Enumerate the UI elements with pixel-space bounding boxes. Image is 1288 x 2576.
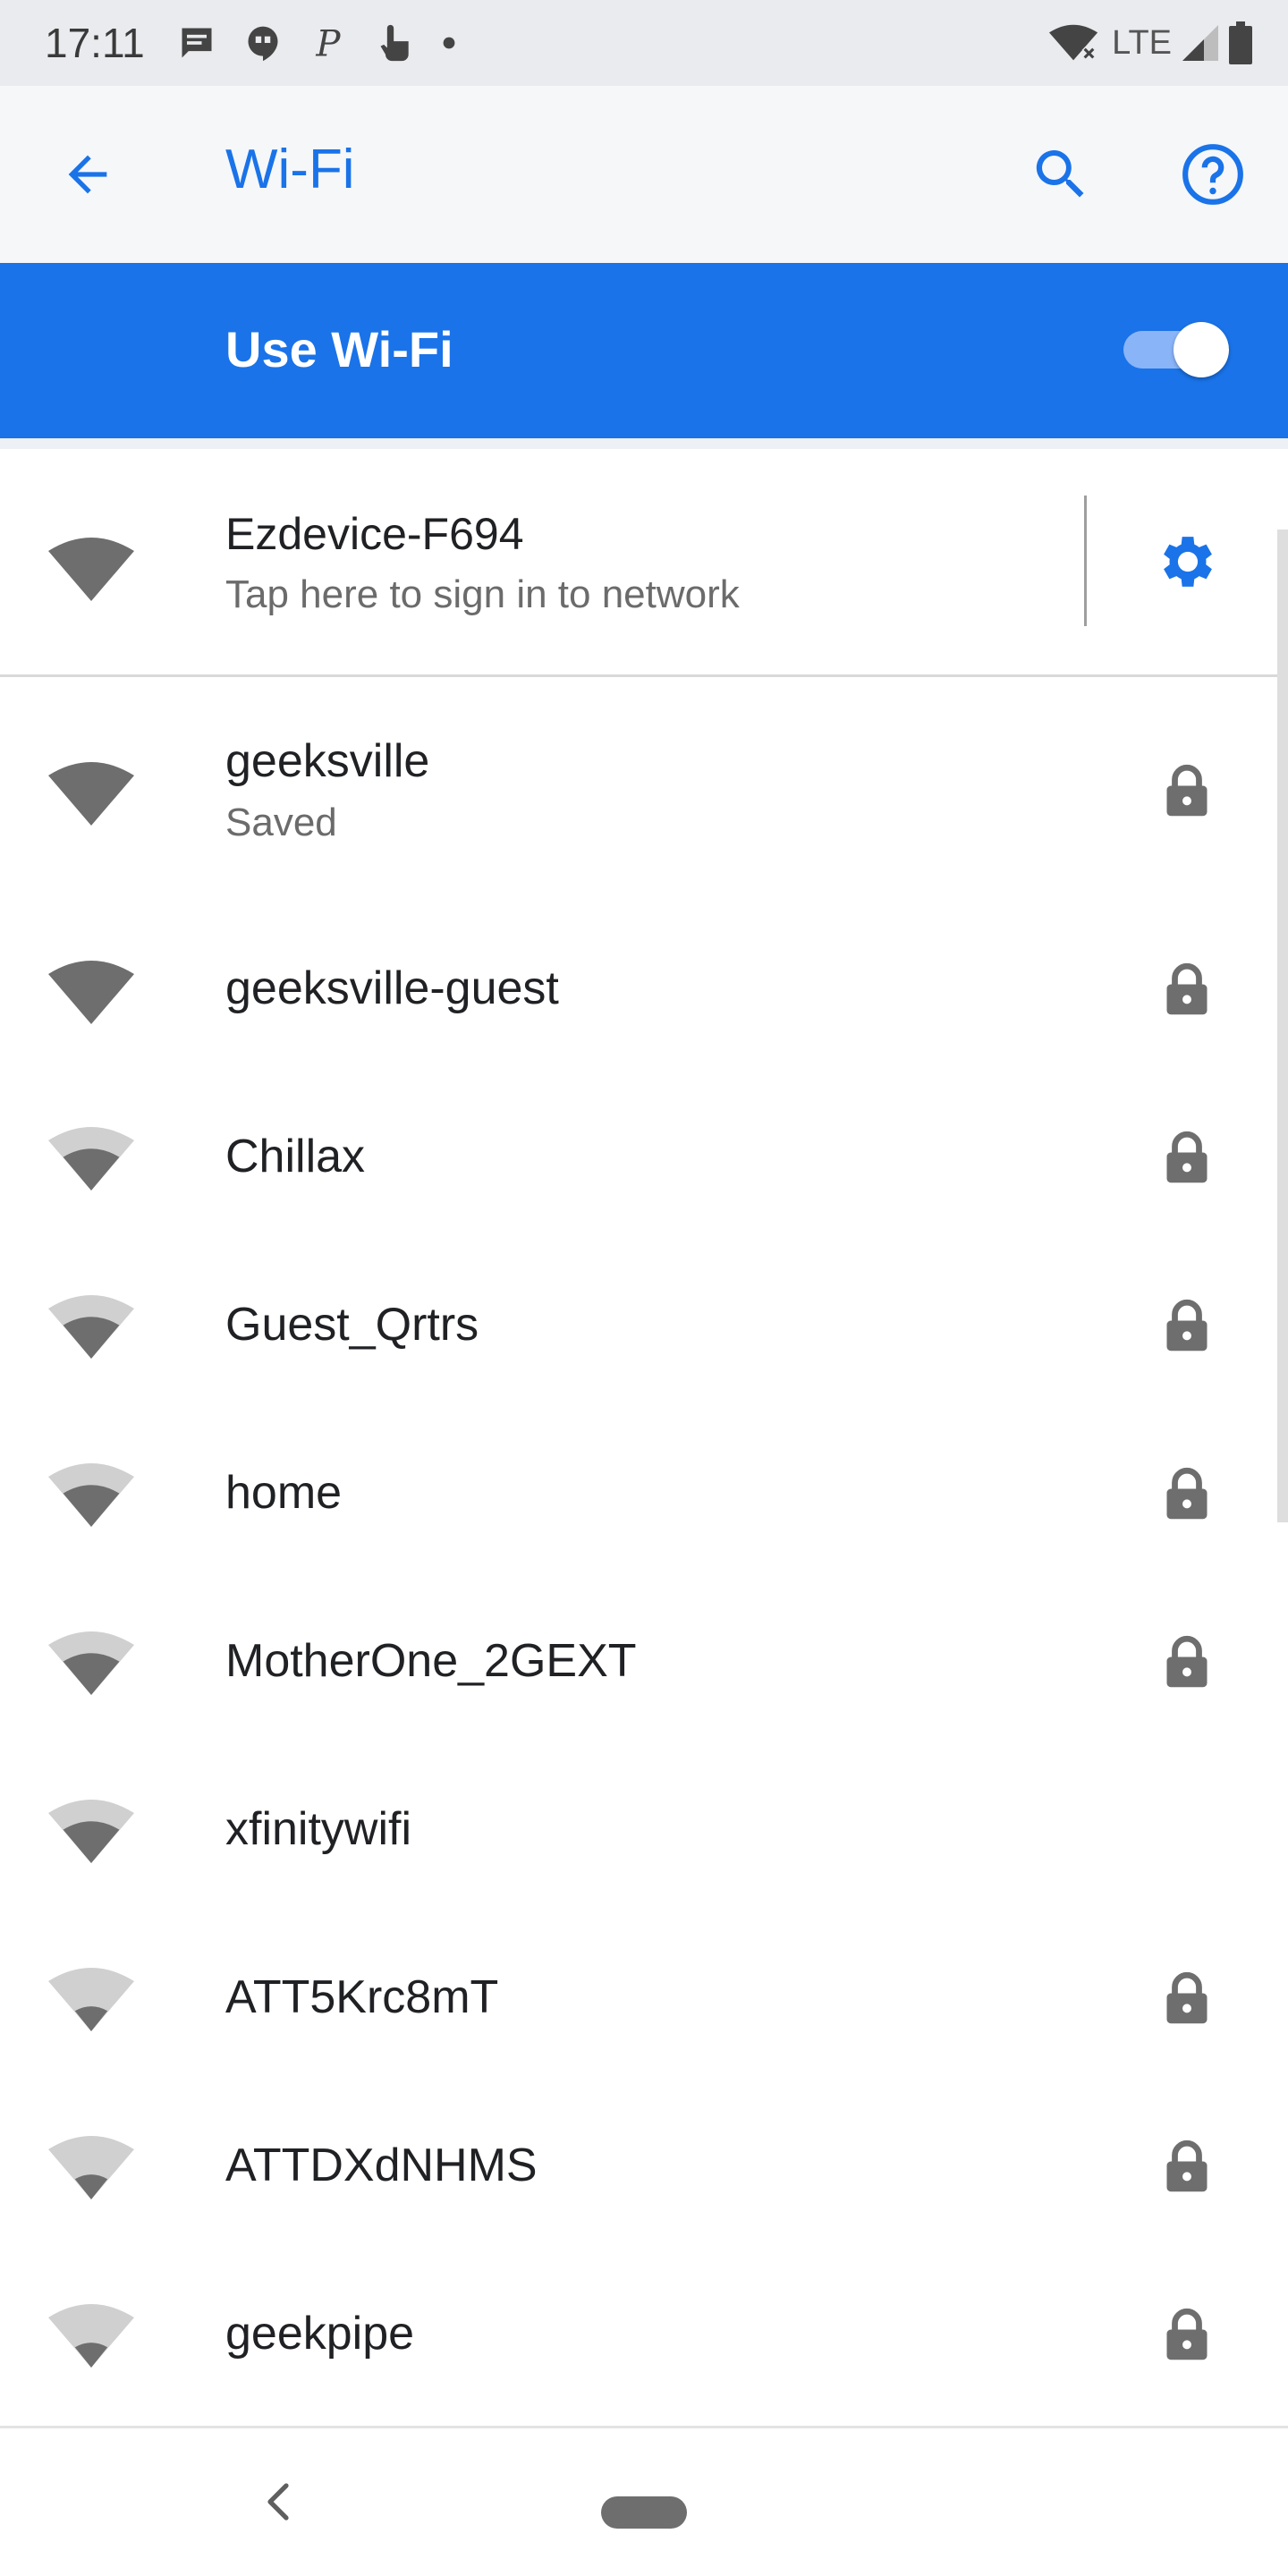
network-name: xfinitywifi bbox=[225, 1803, 412, 1855]
current-network-name: Ezdevice-F694 bbox=[225, 509, 524, 559]
page-title: Wi-Fi bbox=[225, 139, 355, 200]
network-status: Saved bbox=[225, 801, 337, 844]
separator-strip bbox=[0, 438, 1288, 449]
wifi-signal-2-icon bbox=[48, 1793, 134, 1869]
network-row-att5krc8mt[interactable]: ATT5Krc8mT bbox=[0, 1910, 1288, 2078]
wifi-signal-1-icon bbox=[48, 2130, 134, 2206]
network-name: geeksville bbox=[225, 735, 430, 787]
network-row-geekpipe[interactable]: geekpipe bbox=[0, 2246, 1288, 2414]
use-wifi-label: Use Wi-Fi bbox=[225, 321, 453, 377]
nav-back-button[interactable] bbox=[256, 2473, 301, 2530]
wifi-off-icon bbox=[1049, 23, 1101, 63]
system-icons: LTE bbox=[1049, 21, 1252, 64]
network-name: geeksville-guest bbox=[225, 962, 559, 1014]
network-row-attdxdnhms[interactable]: ATTDXdNHMS bbox=[0, 2078, 1288, 2246]
status-time: 17:11 bbox=[45, 20, 145, 66]
current-network-status: Tap here to sign in to network bbox=[225, 572, 740, 616]
battery-icon bbox=[1229, 21, 1252, 64]
wifi-signal-2-icon bbox=[48, 1625, 134, 1701]
wifi-signal-2-icon bbox=[48, 1289, 134, 1365]
hangouts-icon bbox=[243, 23, 283, 63]
app-bar: Wi-Fi bbox=[0, 86, 1288, 263]
nav-back-icon bbox=[267, 2483, 289, 2521]
vertical-divider bbox=[1084, 496, 1087, 626]
use-wifi-bar[interactable]: Use Wi-Fi bbox=[0, 263, 1288, 438]
network-name: geekpipe bbox=[225, 2308, 415, 2360]
network-name: ATTDXdNHMS bbox=[225, 2140, 538, 2191]
back-arrow-icon bbox=[68, 155, 107, 194]
svg-text:P: P bbox=[315, 23, 341, 63]
lock-icon bbox=[1163, 1970, 1211, 2029]
network-row-xfinitywifi[interactable]: xfinitywifi bbox=[0, 1741, 1288, 1910]
lock-icon bbox=[1163, 962, 1211, 1020]
network-row-guest-qrtrs[interactable]: Guest_Qrtrs bbox=[0, 1237, 1288, 1405]
touch-icon bbox=[376, 21, 415, 64]
back-button[interactable] bbox=[54, 140, 122, 208]
dot-icon bbox=[442, 36, 456, 50]
pinterest-icon: P bbox=[309, 23, 349, 63]
wifi-full-icon bbox=[48, 531, 134, 607]
search-icon bbox=[1036, 150, 1084, 198]
network-row-geeksville[interactable]: geeksville Saved bbox=[0, 677, 1288, 901]
help-icon bbox=[1182, 144, 1243, 205]
network-settings-button[interactable] bbox=[1154, 528, 1222, 596]
lock-icon bbox=[1163, 1130, 1211, 1188]
network-row-chillax[interactable]: Chillax bbox=[0, 1069, 1288, 1237]
network-row-motherone-2gext[interactable]: MotherOne_2GEXT bbox=[0, 1573, 1288, 1741]
wifi-signal-2-icon bbox=[48, 1121, 134, 1197]
toggle-thumb bbox=[1174, 322, 1229, 377]
wifi-signal-1-icon bbox=[48, 1962, 134, 2038]
wifi-toggle[interactable] bbox=[1120, 318, 1229, 381]
navigation-bar bbox=[0, 2428, 1288, 2576]
wifi-signal-4-icon bbox=[48, 954, 134, 1030]
search-button[interactable] bbox=[1027, 140, 1095, 208]
lock-icon bbox=[1163, 763, 1211, 821]
message-icon bbox=[177, 23, 216, 63]
network-row-geeksville-guest[interactable]: geeksville-guest bbox=[0, 901, 1288, 1069]
network-name: home bbox=[225, 1467, 343, 1519]
lock-icon bbox=[1163, 2139, 1211, 2197]
lock-icon bbox=[1163, 1298, 1211, 1356]
notification-icons: P bbox=[177, 21, 456, 64]
help-button[interactable] bbox=[1179, 140, 1247, 208]
network-row-home[interactable]: home bbox=[0, 1405, 1288, 1573]
lock-icon bbox=[1163, 1466, 1211, 1524]
signal-icon bbox=[1182, 25, 1218, 61]
network-name: MotherOne_2GEXT bbox=[225, 1635, 637, 1687]
lock-icon bbox=[1163, 2307, 1211, 2365]
network-name: Guest_Qrtrs bbox=[225, 1299, 479, 1351]
scrollbar[interactable] bbox=[1277, 530, 1288, 1522]
network-name: ATT5Krc8mT bbox=[225, 1971, 499, 2023]
network-name: Chillax bbox=[225, 1131, 366, 1182]
status-bar: 17:11 P LTE bbox=[0, 0, 1288, 86]
wifi-signal-2-icon bbox=[48, 1457, 134, 1533]
wifi-signal-4-icon bbox=[48, 756, 134, 832]
gear-icon bbox=[1164, 537, 1212, 587]
current-network-row[interactable]: Ezdevice-F694 Tap here to sign in to net… bbox=[0, 449, 1288, 674]
lock-icon bbox=[1163, 1634, 1211, 1692]
wifi-signal-1-icon bbox=[48, 2298, 134, 2374]
home-pill-icon[interactable] bbox=[601, 2496, 687, 2529]
lte-label: LTE bbox=[1112, 23, 1172, 62]
